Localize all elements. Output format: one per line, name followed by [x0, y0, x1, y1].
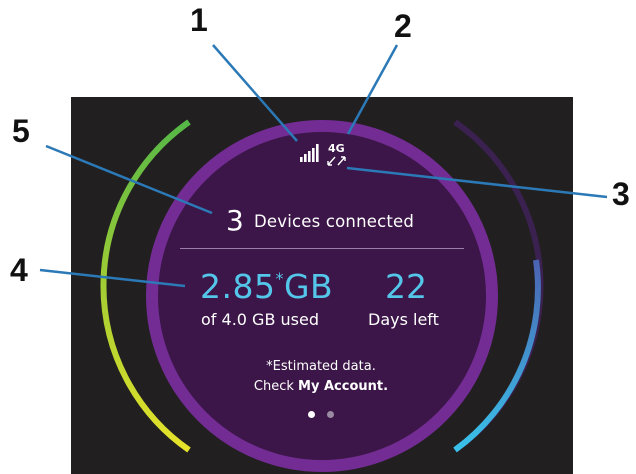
callout-number-5: 5	[12, 113, 30, 149]
callout-number-2: 2	[394, 8, 412, 44]
callout-number-1: 1	[190, 2, 208, 38]
callout-number-4: 4	[10, 252, 28, 288]
callout-leader-lines	[39, 44, 608, 288]
callout-number-3: 3	[612, 176, 630, 212]
